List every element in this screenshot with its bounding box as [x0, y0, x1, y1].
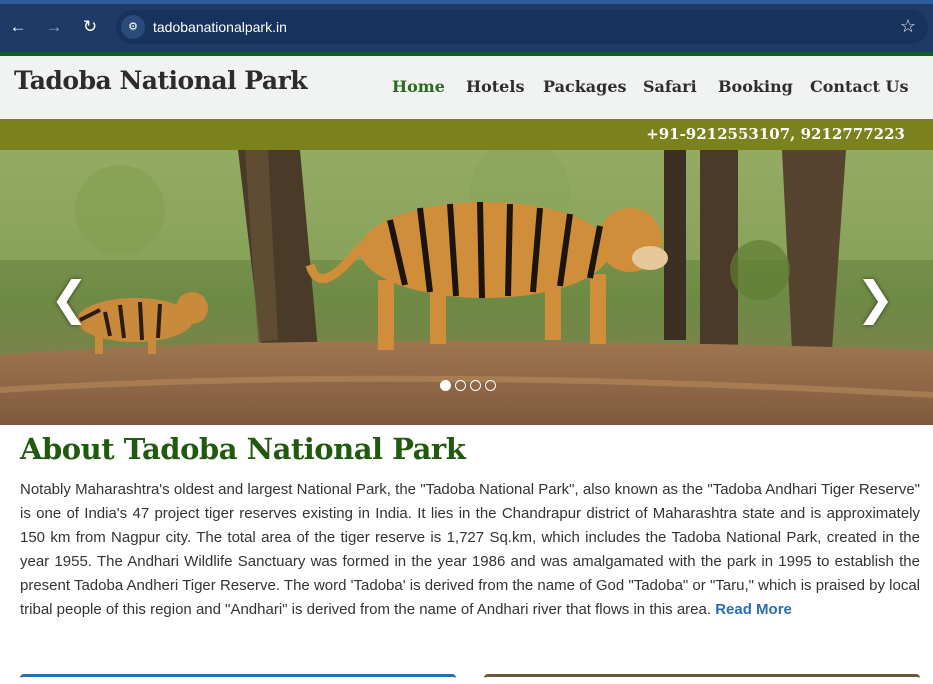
address-bar[interactable]: ⚙ tadobanationalpark.in ☆ — [116, 10, 928, 44]
content-card-right — [484, 674, 920, 684]
site-header: Tadoba National Park Home Hotels Package… — [0, 56, 933, 119]
slider-dot-3[interactable] — [470, 380, 481, 391]
reload-icon[interactable]: ↻ — [79, 16, 101, 38]
bookmark-star-icon[interactable]: ☆ — [900, 16, 916, 37]
back-arrow-icon[interactable]: ← — [7, 16, 29, 38]
site-info-icon[interactable]: ⚙ — [121, 15, 145, 39]
browser-toolbar: ← → ↻ ⚙ tadobanationalpark.in ☆ — [0, 0, 933, 52]
slider-dot-1[interactable] — [440, 380, 451, 391]
read-more-link[interactable]: Read More — [715, 601, 792, 618]
about-heading: About Tadoba National Park — [20, 432, 466, 466]
slider-dot-2[interactable] — [455, 380, 466, 391]
content-card-left — [20, 674, 456, 684]
nav-packages[interactable]: Packages — [543, 77, 627, 96]
about-text: Notably Maharashtra's oldest and largest… — [20, 481, 920, 618]
contact-bar: +91-9212553107, 9212777223 — [0, 119, 933, 150]
slider-indicators — [440, 378, 500, 396]
nav-safari[interactable]: Safari — [643, 77, 697, 96]
url-text[interactable]: tadobanationalpark.in — [153, 19, 287, 35]
slider-dot-4[interactable] — [485, 380, 496, 391]
nav-hotels[interactable]: Hotels — [466, 77, 524, 96]
site-logo[interactable]: Tadoba National Park — [14, 66, 308, 95]
slider-next-button[interactable]: ❯ — [856, 275, 895, 321]
forward-arrow-icon[interactable]: → — [43, 16, 65, 38]
about-paragraph: Notably Maharashtra's oldest and largest… — [20, 478, 920, 622]
nav-booking[interactable]: Booking — [718, 77, 793, 96]
slider-prev-button[interactable]: ❮ — [50, 275, 89, 321]
nav-contact-us[interactable]: Contact Us — [810, 77, 908, 96]
nav-home[interactable]: Home — [392, 77, 445, 96]
phone-numbers[interactable]: +91-9212553107, 9212777223 — [646, 125, 905, 143]
hero-slider: ❮ ❯ — [0, 150, 933, 425]
